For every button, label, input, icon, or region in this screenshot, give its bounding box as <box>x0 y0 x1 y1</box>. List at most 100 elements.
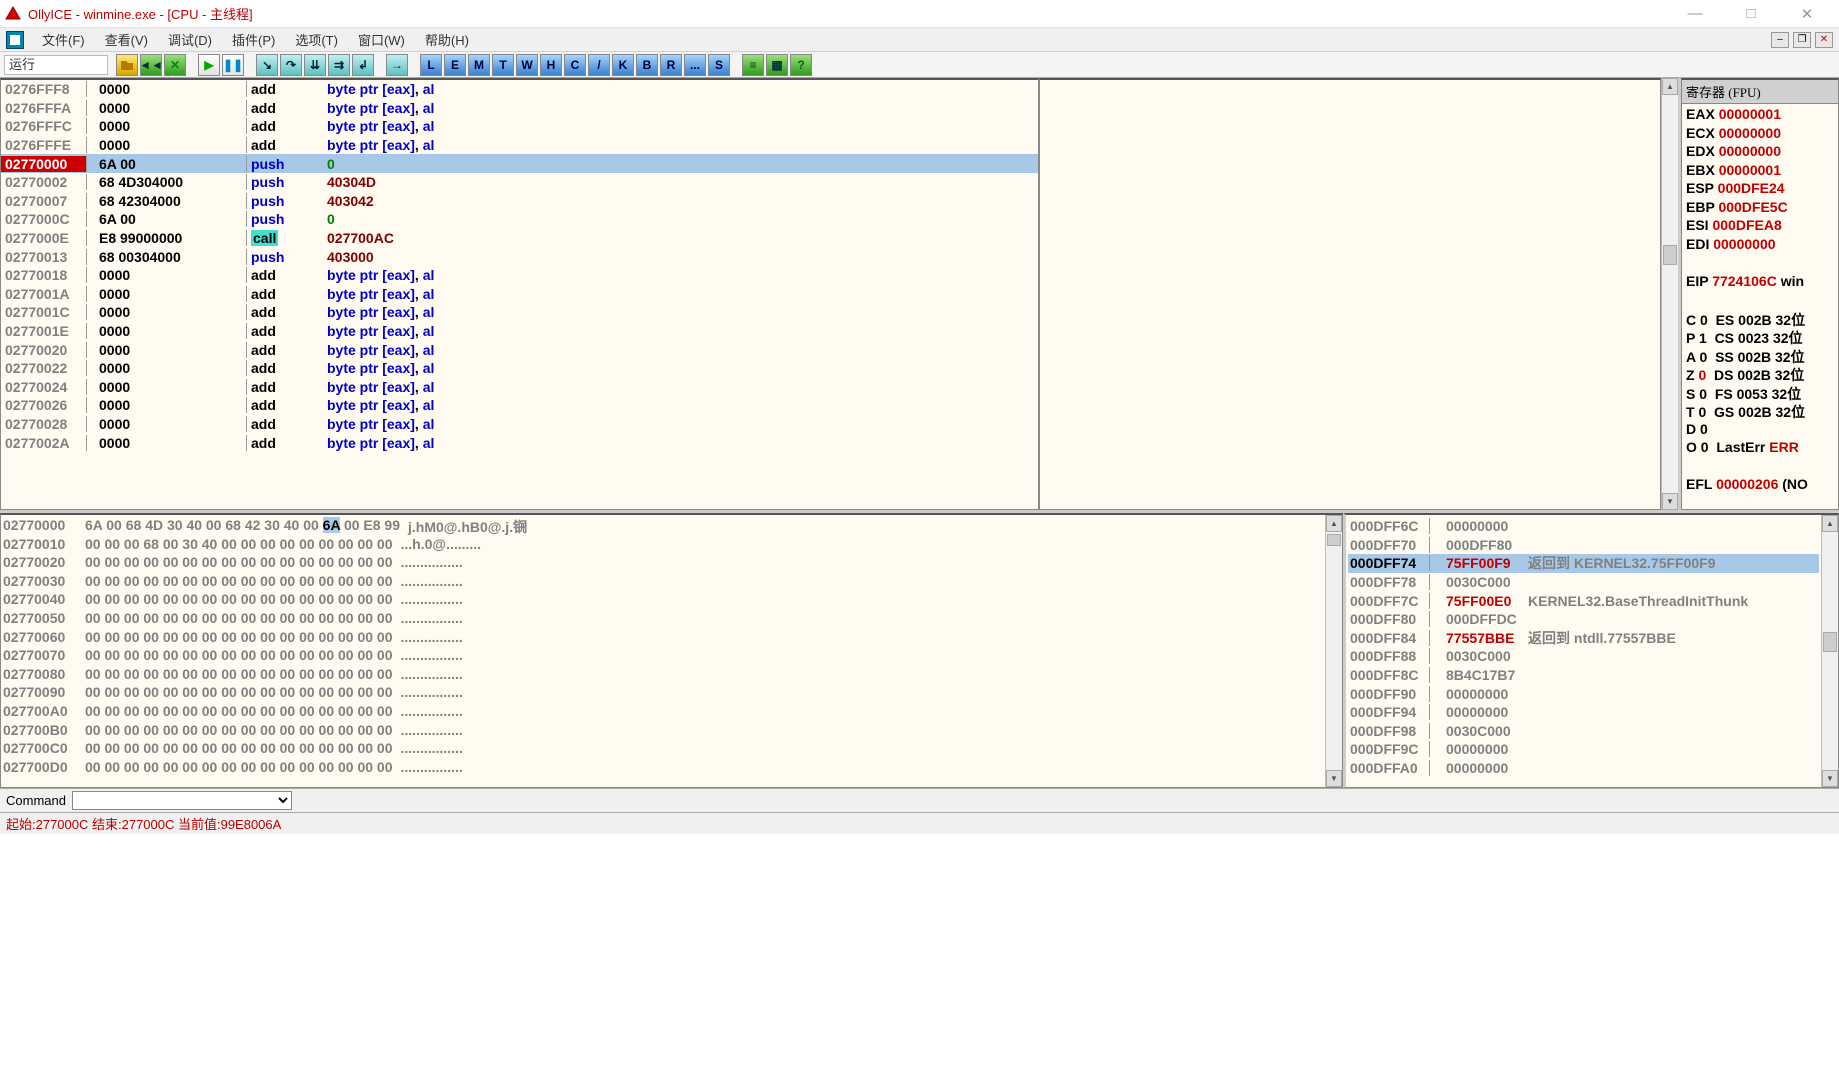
dump-row[interactable]: 0277001000 00 00 68 00 30 40 00 00 00 00… <box>3 536 1323 555</box>
close-debug-button[interactable]: ✕ <box>164 54 186 76</box>
command-input[interactable] <box>72 791 292 810</box>
scroll-up-icon[interactable]: ▲ <box>1326 515 1342 532</box>
window-R-button[interactable]: R <box>660 54 682 76</box>
stack-row[interactable]: 000DFFA000000000 <box>1348 759 1819 778</box>
window-H-button[interactable]: H <box>540 54 562 76</box>
scroll-down-icon[interactable]: ▼ <box>1662 493 1678 510</box>
dump-row[interactable]: 0277009000 00 00 00 00 00 00 00 00 00 00… <box>3 684 1323 703</box>
mdi-icon[interactable] <box>6 31 24 49</box>
step-over-button[interactable]: ↷ <box>280 54 302 76</box>
mdi-minimize[interactable]: – <box>1771 32 1789 48</box>
stack-row[interactable]: 000DFF6C00000000 <box>1348 517 1819 536</box>
window-C-button[interactable]: C <box>564 54 586 76</box>
menu-window[interactable]: 窗口(W) <box>348 28 415 51</box>
disasm-scrollbar[interactable]: ▲ ▼ <box>1661 78 1678 510</box>
disasm-row[interactable]: 0277001A0000addbyte ptr [eax], al <box>1 285 1038 304</box>
disasm-row[interactable]: 0276FFFC0000addbyte ptr [eax], al <box>1 117 1038 136</box>
restart-button[interactable]: ◄◄ <box>140 54 162 76</box>
dump-row[interactable]: 027700D000 00 00 00 00 00 00 00 00 00 00… <box>3 759 1323 778</box>
window-W-button[interactable]: W <box>516 54 538 76</box>
dump-row[interactable]: 0277004000 00 00 00 00 00 00 00 00 00 00… <box>3 591 1323 610</box>
trace-into-button[interactable]: ⇊ <box>304 54 326 76</box>
stack-row[interactable]: 000DFF7C75FF00E0KERNEL32.BaseThreadInitT… <box>1348 591 1819 610</box>
help-button[interactable]: ? <box>790 54 812 76</box>
disasm-row[interactable]: 027700180000addbyte ptr [eax], al <box>1 266 1038 285</box>
stack-row[interactable]: 000DFF9000000000 <box>1348 684 1819 703</box>
disasm-row[interactable]: 0277000C6A 00push0 <box>1 210 1038 229</box>
disasm-row[interactable]: 0277001368 00304000push403000 <box>1 247 1038 266</box>
scroll-up-icon[interactable]: ▲ <box>1662 78 1678 95</box>
scroll-down-icon[interactable]: ▼ <box>1822 770 1838 787</box>
stack-row[interactable]: 000DFF780030C000 <box>1348 573 1819 592</box>
mdi-close[interactable]: ✕ <box>1815 32 1833 48</box>
disasm-row[interactable]: 0277002A0000addbyte ptr [eax], al <box>1 433 1038 452</box>
disasm-row[interactable]: 0277001C0000addbyte ptr [eax], al <box>1 303 1038 322</box>
stack-row[interactable]: 000DFF7475FF00F9返回到 KERNEL32.75FF00F9 <box>1348 554 1819 573</box>
menu-debug[interactable]: 调试(D) <box>158 28 222 51</box>
disasm-row[interactable]: 027700220000addbyte ptr [eax], al <box>1 359 1038 378</box>
settings-button[interactable]: ≡ <box>742 54 764 76</box>
open-button[interactable] <box>116 54 138 76</box>
disasm-row[interactable]: 027700240000addbyte ptr [eax], al <box>1 378 1038 397</box>
step-into-button[interactable]: ↘ <box>256 54 278 76</box>
menu-options[interactable]: 选项(T) <box>285 28 348 51</box>
maximize-button[interactable]: □ <box>1731 3 1771 25</box>
mdi-restore[interactable]: ❐ <box>1793 32 1811 48</box>
dump-row[interactable]: 027700B000 00 00 00 00 00 00 00 00 00 00… <box>3 722 1323 741</box>
scroll-down-icon[interactable]: ▼ <box>1326 770 1342 787</box>
dump-row[interactable]: 0277006000 00 00 00 00 00 00 00 00 00 00… <box>3 629 1323 648</box>
dump-row[interactable]: 027700C000 00 00 00 00 00 00 00 00 00 00… <box>3 740 1323 759</box>
window-M-button[interactable]: M <box>468 54 490 76</box>
dump-row[interactable]: 0277002000 00 00 00 00 00 00 00 00 00 00… <box>3 554 1323 573</box>
scroll-up-icon[interactable]: ▲ <box>1822 515 1838 532</box>
disasm-row[interactable]: 0277001E0000addbyte ptr [eax], al <box>1 322 1038 341</box>
registers-panel[interactable]: 寄存器 (FPU) EAX 00000001ECX 00000000EDX 00… <box>1681 78 1839 510</box>
stack-panel[interactable]: 000DFF6C00000000000DFF70000DFF80000DFF74… <box>1343 513 1839 788</box>
stack-row[interactable]: 000DFF80000DFFDC <box>1348 610 1819 629</box>
info-pane[interactable] <box>1039 78 1661 510</box>
window-T-button[interactable]: T <box>492 54 514 76</box>
stack-row[interactable]: 000DFF8477557BBE返回到 ntdll.77557BBE <box>1348 629 1819 648</box>
window-S-button[interactable]: S <box>708 54 730 76</box>
stack-row[interactable]: 000DFF9C00000000 <box>1348 740 1819 759</box>
window-L-button[interactable]: L <box>420 54 442 76</box>
execute-till-return-button[interactable]: ↲ <box>352 54 374 76</box>
window-E-button[interactable]: E <box>444 54 466 76</box>
disasm-row[interactable]: 0276FFFA0000addbyte ptr [eax], al <box>1 99 1038 118</box>
disasm-row[interactable]: 0277000EE8 99000000call027700AC <box>1 229 1038 248</box>
stack-row[interactable]: 000DFF980030C000 <box>1348 722 1819 741</box>
dump-row[interactable]: 027700A000 00 00 00 00 00 00 00 00 00 00… <box>3 703 1323 722</box>
run-button[interactable]: ▶ <box>198 54 220 76</box>
menu-plugins[interactable]: 插件(P) <box>222 28 285 51</box>
menu-help[interactable]: 帮助(H) <box>415 28 479 51</box>
disasm-row[interactable]: 0276FFFE0000addbyte ptr [eax], al <box>1 136 1038 155</box>
disasm-row[interactable]: 027700200000addbyte ptr [eax], al <box>1 340 1038 359</box>
disasm-row[interactable]: 0276FFF80000addbyte ptr [eax], al <box>1 80 1038 99</box>
dump-scrollbar[interactable]: ▲ ▼ <box>1325 515 1342 787</box>
goto-button[interactable]: → <box>386 54 408 76</box>
disasm-row[interactable]: 027700260000addbyte ptr [eax], al <box>1 396 1038 415</box>
stack-row[interactable]: 000DFF9400000000 <box>1348 703 1819 722</box>
close-button[interactable]: ✕ <box>1787 3 1827 25</box>
menu-view[interactable]: 查看(V) <box>95 28 158 51</box>
trace-over-button[interactable]: ⇉ <box>328 54 350 76</box>
stack-row[interactable]: 000DFF880030C000 <box>1348 647 1819 666</box>
dump-row[interactable]: 0277008000 00 00 00 00 00 00 00 00 00 00… <box>3 666 1323 685</box>
disasm-row[interactable]: 0277000268 4D304000push40304D <box>1 173 1038 192</box>
stack-row[interactable]: 000DFF70000DFF80 <box>1348 536 1819 555</box>
window-K-button[interactable]: K <box>612 54 634 76</box>
disasm-row[interactable]: 027700006A 00push0 <box>1 154 1038 173</box>
dump-row[interactable]: 0277005000 00 00 00 00 00 00 00 00 00 00… <box>3 610 1323 629</box>
dump-row[interactable]: 027700006A 00 68 4D 30 40 00 68 42 30 40… <box>3 517 1323 536</box>
stack-scrollbar[interactable]: ▲ ▼ <box>1821 515 1838 787</box>
appearance-button[interactable]: ▦ <box>766 54 788 76</box>
pause-button[interactable]: ❚❚ <box>222 54 244 76</box>
stack-row[interactable]: 000DFF8C8B4C17B7 <box>1348 666 1819 685</box>
window-B-button[interactable]: B <box>636 54 658 76</box>
disasm-row[interactable]: 0277000768 42304000push403042 <box>1 192 1038 211</box>
dump-row[interactable]: 0277003000 00 00 00 00 00 00 00 00 00 00… <box>3 573 1323 592</box>
window-...-button[interactable]: ... <box>684 54 706 76</box>
hex-dump-panel[interactable]: 027700006A 00 68 4D 30 40 00 68 42 30 40… <box>0 513 1343 788</box>
disassembly-panel[interactable]: 0276FFF80000addbyte ptr [eax], al0276FFF… <box>0 78 1039 510</box>
minimize-button[interactable]: — <box>1675 3 1715 25</box>
